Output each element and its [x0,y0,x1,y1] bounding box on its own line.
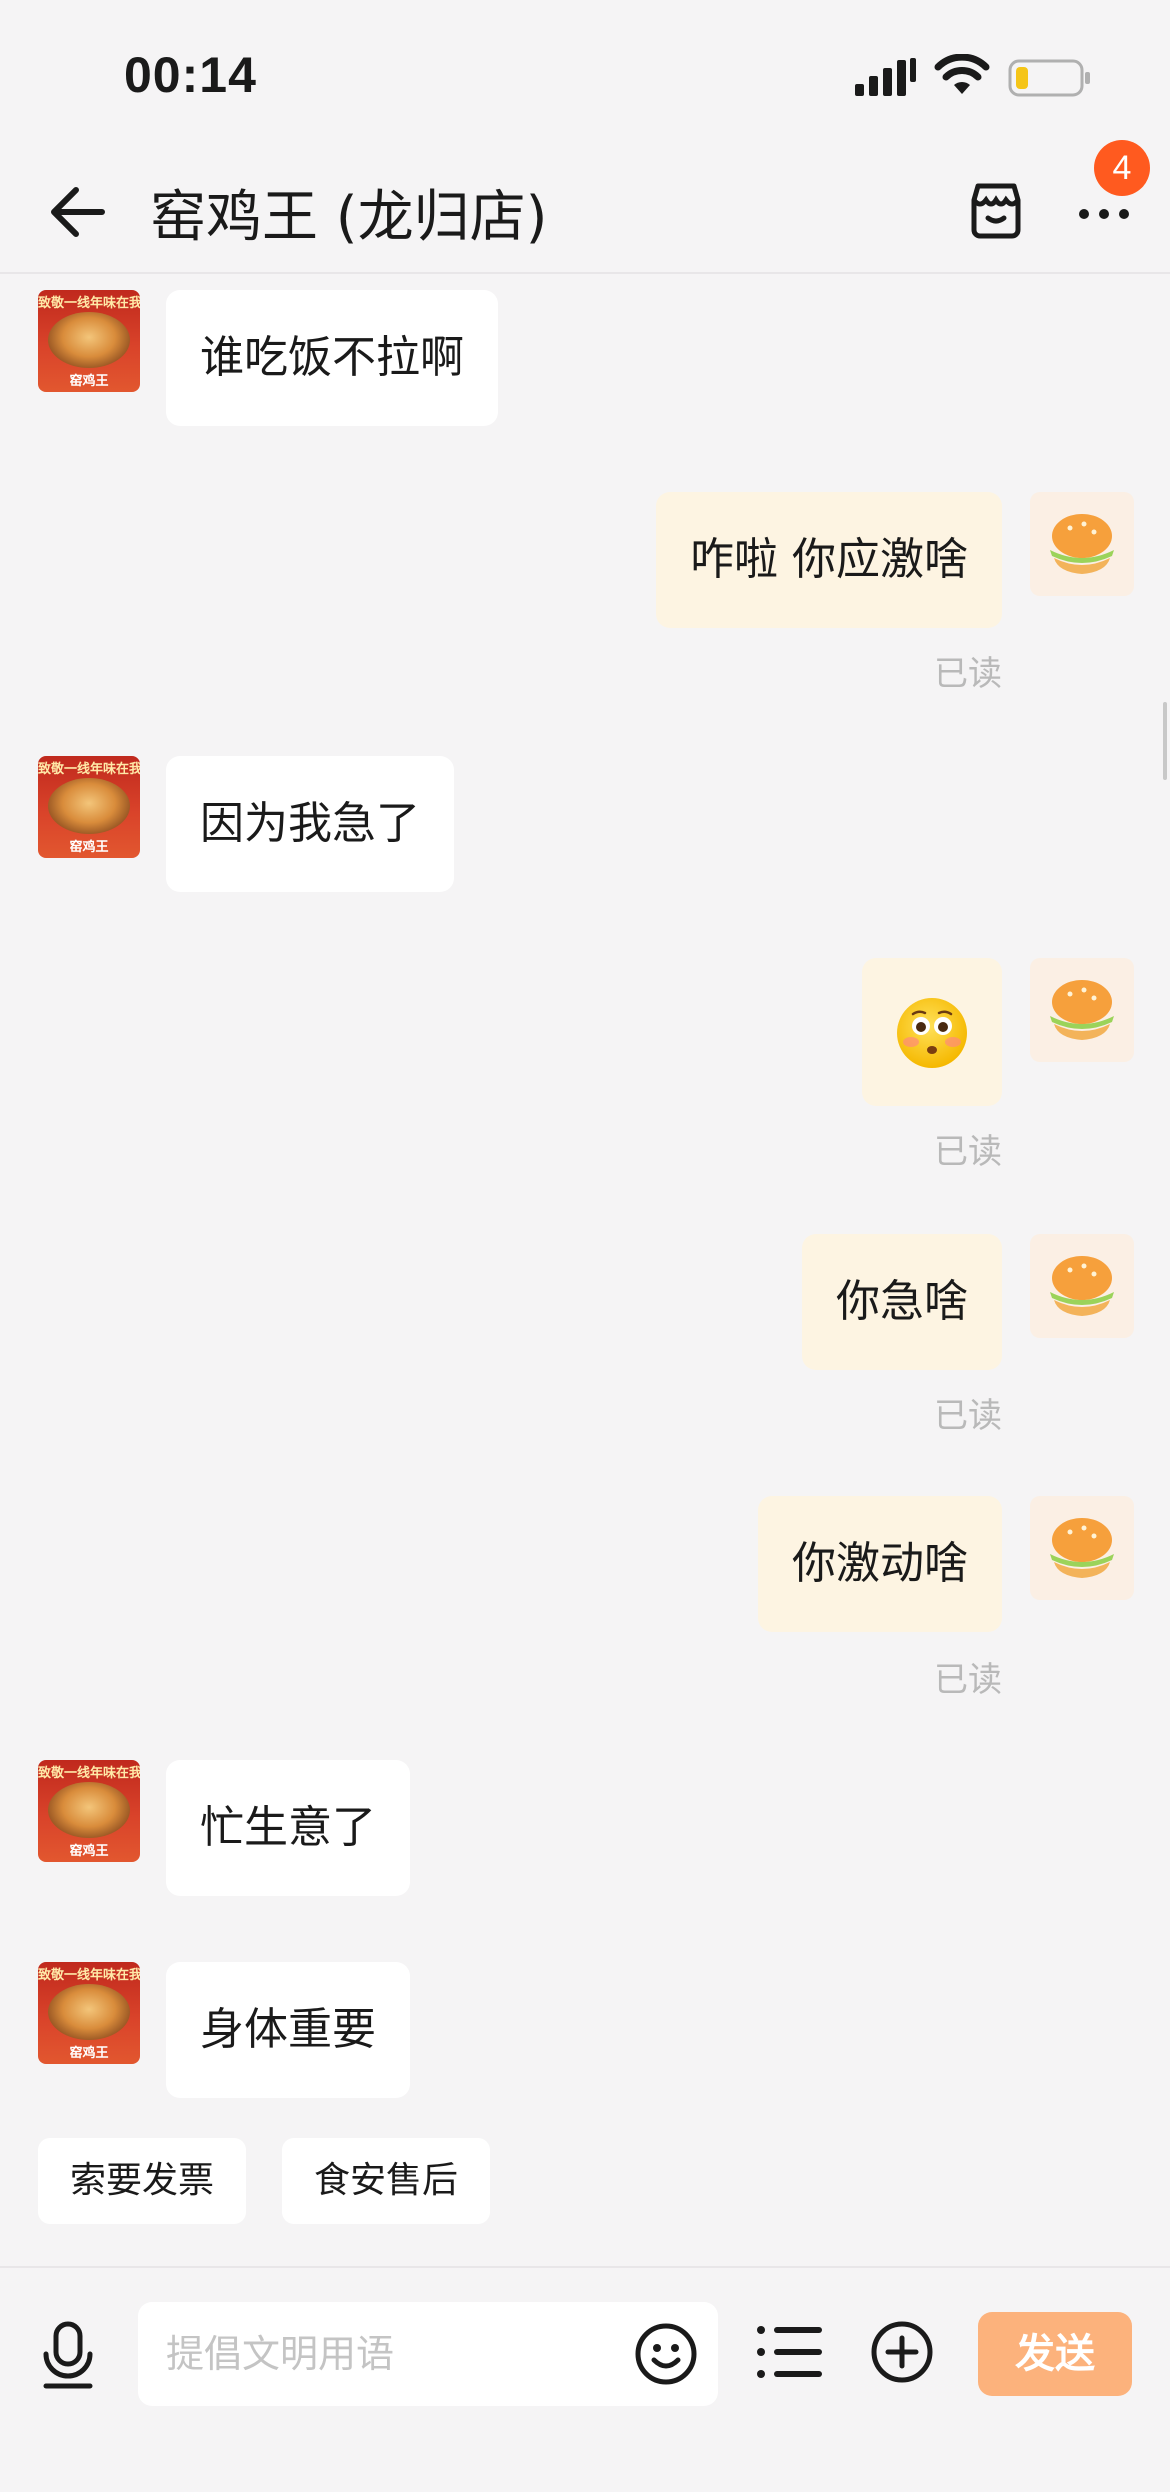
page-title: 窑鸡王 (龙归店) [150,185,548,250]
shop-avatar[interactable]: 致敬一线年味在我 窑鸡王 [38,1962,140,2064]
emoji-message-bubble[interactable] [862,958,1002,1106]
store-icon[interactable] [964,178,1028,242]
more-options-icon[interactable] [1076,192,1132,232]
user-avatar[interactable] [1030,1234,1134,1338]
quick-reply-invoice[interactable]: 索要发票 [38,2138,247,2224]
message-bubble[interactable]: 咋啦 你应激啥 [656,492,1002,628]
roast-chicken-image [48,1782,130,1838]
user-avatar[interactable] [1030,492,1134,596]
list-menu-icon[interactable] [756,2324,824,2380]
read-status: 已读 [934,1396,1002,1436]
avatar-brand-text: 窑鸡王 [69,2046,109,2061]
shop-avatar[interactable]: 致敬一线年味在我 窑鸡王 [38,1760,140,1862]
shop-avatar[interactable]: 致敬一线年味在我 窑鸡王 [38,290,140,392]
roast-chicken-image [48,312,130,368]
read-status: 已读 [934,1660,1002,1700]
user-avatar[interactable] [1030,958,1134,1062]
message-bubble[interactable]: 忙生意了 [166,1760,410,1896]
status-bar: 00:14 [0,0,1170,150]
avatar-brand-text: 窑鸡王 [69,1844,109,1859]
read-status: 已读 [934,1132,1002,1172]
scrollbar-thumb[interactable] [1163,702,1167,780]
message-input[interactable] [138,2302,718,2406]
emoji-icon[interactable] [634,2322,698,2386]
burger-icon [1050,514,1114,574]
microphone-icon[interactable] [40,2320,96,2390]
notification-badge: 4 [1094,140,1150,196]
roast-chicken-image [48,1984,130,2040]
cellular-signal-icon [855,58,916,96]
avatar-brand-text: 窑鸡王 [69,374,109,389]
battery-icon [1008,59,1090,97]
quick-reply-food-safety[interactable]: 食安售后 [282,2138,491,2224]
burger-icon [1050,1256,1114,1316]
status-time: 00:14 [124,47,257,103]
read-status: 已读 [934,654,1002,694]
message-bubble[interactable]: 谁吃饭不拉啊 [166,290,498,426]
wifi-icon [934,54,990,94]
message-bubble[interactable]: 你急啥 [802,1234,1002,1370]
message-bubble[interactable]: 因为我急了 [166,756,454,892]
burger-icon [1050,980,1114,1040]
back-arrow-icon[interactable] [46,182,110,242]
input-bar: 发送 [0,2266,1170,2492]
avatar-banner-text: 致敬一线年味在我 [38,1766,140,1781]
avatar-banner-text: 致敬一线年味在我 [38,296,140,311]
user-avatar[interactable] [1030,1496,1134,1600]
send-button[interactable]: 发送 [978,2312,1132,2396]
add-icon[interactable] [870,2320,934,2384]
message-bubble[interactable]: 身体重要 [166,1962,410,2098]
flushed-face-icon [897,998,967,1068]
avatar-banner-text: 致敬一线年味在我 [38,762,140,777]
shop-avatar[interactable]: 致敬一线年味在我 窑鸡王 [38,756,140,858]
avatar-banner-text: 致敬一线年味在我 [38,1968,140,1983]
avatar-brand-text: 窑鸡王 [69,840,109,855]
burger-icon [1050,1518,1114,1578]
roast-chicken-image [48,778,130,834]
message-bubble[interactable]: 你激动啥 [758,1496,1002,1632]
nav-bar: 窑鸡王 (龙归店) 4 [0,140,1170,274]
